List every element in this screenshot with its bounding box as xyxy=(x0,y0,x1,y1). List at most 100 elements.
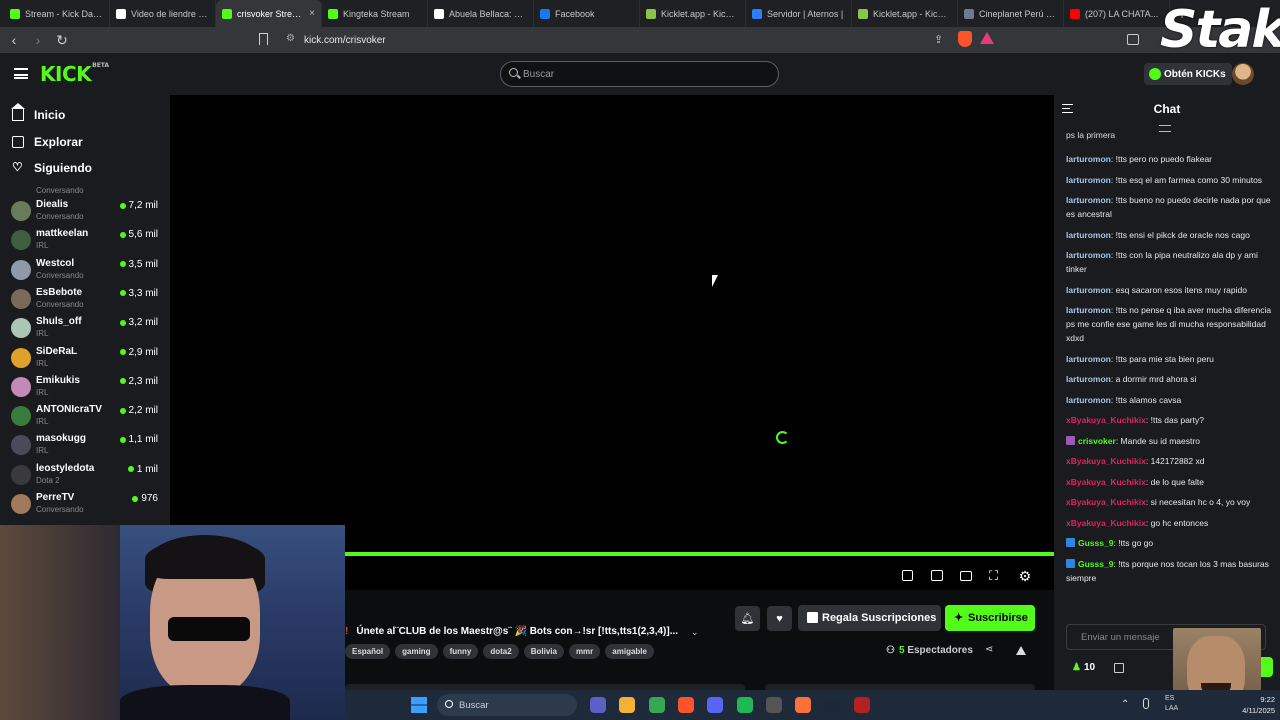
chat-username[interactable]: Gusss_9 xyxy=(1078,559,1113,569)
follow-heart-button[interactable]: ♥ xyxy=(767,606,792,631)
sidebar-channel[interactable]: mattkeelan IRL 5,6 mil xyxy=(0,225,170,254)
folder-icon[interactable] xyxy=(619,697,636,713)
spotify-icon[interactable] xyxy=(736,697,753,713)
taskbar-search[interactable]: Buscar xyxy=(437,694,577,716)
browser-tab[interactable]: Video de liendre m... xyxy=(110,0,216,27)
video-player[interactable] xyxy=(170,95,1054,590)
dota-icon[interactable] xyxy=(853,697,870,713)
stream-tag[interactable]: funny xyxy=(442,644,479,659)
sidebar-channel[interactable]: EsBebote Conversando 3,3 mil xyxy=(0,284,170,313)
theater-mode-icon[interactable] xyxy=(960,571,972,581)
sidebar-channel[interactable]: masokugg IRL 1,1 mil xyxy=(0,430,170,459)
stream-tag[interactable]: Bolivia xyxy=(523,644,564,659)
browser-tab[interactable]: Kingteka Stream xyxy=(322,0,428,27)
chat-username[interactable]: larturomon xyxy=(1066,305,1111,315)
steam-icon[interactable] xyxy=(824,697,841,713)
subscribe-button[interactable]: ✦ Suscribirse xyxy=(945,605,1035,631)
sidebar-channel[interactable]: SiDeRaL IRL 2,9 mil xyxy=(0,343,170,372)
forward-button[interactable]: › xyxy=(28,30,48,50)
chat-username[interactable]: larturomon xyxy=(1066,195,1111,205)
sidebar-channel[interactable]: Emikukis IRL 2,3 mil xyxy=(0,372,170,401)
browser-tab[interactable]: Servidor | Aternos | xyxy=(746,0,852,27)
settings-gear-icon[interactable]: ⚙ xyxy=(1018,569,1032,583)
browser-tab[interactable]: Kicklet.app - Kick Ch... xyxy=(640,0,746,27)
chat-store-icon[interactable] xyxy=(1114,663,1124,673)
browser-tab[interactable]: Stream - Kick Dashboard xyxy=(4,0,110,27)
stream-tag[interactable]: Español xyxy=(345,644,391,659)
chat-username[interactable]: larturomon xyxy=(1066,230,1111,240)
browser-tab[interactable]: Facebook xyxy=(534,0,640,27)
brave-rewards-icon[interactable] xyxy=(980,32,994,44)
clip-icon[interactable] xyxy=(931,570,943,581)
gift-subs-button[interactable]: Regala Suscripciones xyxy=(798,605,941,631)
chat-username[interactable]: xByakuya_Kuchikix xyxy=(1066,415,1146,425)
clock[interactable]: 9:22 4/11/2025 xyxy=(1233,694,1275,716)
chat-username[interactable]: xByakuya_Kuchikix xyxy=(1066,456,1146,466)
share-stream-icon[interactable]: ⋖ xyxy=(985,644,993,655)
search-input[interactable]: Buscar xyxy=(500,61,779,87)
obs-icon[interactable] xyxy=(765,697,782,713)
report-icon[interactable] xyxy=(1016,646,1026,655)
user-avatar[interactable] xyxy=(1232,63,1254,85)
teams-icon[interactable] xyxy=(590,697,606,713)
collapse-chat-icon[interactable] xyxy=(1062,104,1073,113)
chat-username[interactable]: Gusss_9 xyxy=(1078,538,1113,548)
stream-tag[interactable]: dota2 xyxy=(483,644,519,659)
show-hidden-icons-icon[interactable]: ⌃ xyxy=(1121,699,1129,710)
windows-start-icon[interactable] xyxy=(411,697,427,713)
stream-tag[interactable]: gaming xyxy=(395,644,438,659)
chat-username[interactable]: larturomon xyxy=(1066,154,1111,164)
nav-siguiendo[interactable]: ♡ Siguiendo xyxy=(0,156,170,180)
browser-sidebar-icon[interactable] xyxy=(1127,34,1139,45)
microphone-icon[interactable] xyxy=(1143,698,1149,709)
back-button[interactable]: ‹ xyxy=(4,30,24,50)
browser-tab[interactable]: crisvoker Stream × xyxy=(216,0,322,27)
menu-icon[interactable] xyxy=(14,68,28,79)
sidebar-channel[interactable]: ANTONIcraTV IRL 2,2 mil xyxy=(0,401,170,430)
chat-username[interactable]: larturomon xyxy=(1066,285,1111,295)
sidebar-channel[interactable]: Westcol Conversando 3,5 mil xyxy=(0,255,170,284)
chat-username[interactable]: xByakuya_Kuchikix xyxy=(1066,518,1146,528)
chat-username[interactable]: larturomon xyxy=(1066,250,1111,260)
chat-username[interactable]: xByakuya_Kuchikix xyxy=(1066,477,1146,487)
chat-username[interactable]: crisvoker xyxy=(1078,436,1116,446)
reload-button[interactable]: ↻ xyxy=(52,30,72,50)
share-page-icon[interactable]: ⇪ xyxy=(934,33,943,46)
fullscreen-icon[interactable]: ⛶ xyxy=(989,569,1003,583)
firefox-icon[interactable] xyxy=(795,697,812,713)
miniplayer-icon[interactable] xyxy=(902,570,913,581)
site-info-icon[interactable]: ⚙ xyxy=(286,33,295,44)
sidebar-channel[interactable]: leostyledota Dota 2 1 mil xyxy=(0,460,170,489)
chrome-icon[interactable] xyxy=(648,697,665,713)
input-language[interactable]: ES LAA xyxy=(1165,694,1178,714)
sidebar-channel[interactable]: Shuls_off IRL 3,2 mil xyxy=(0,313,170,342)
close-tab-icon[interactable]: × xyxy=(309,8,315,19)
chat-username[interactable]: larturomon xyxy=(1066,354,1111,364)
sidebar-channel[interactable]: PerreTV Conversando 976 xyxy=(0,489,170,518)
bookmark-icon[interactable] xyxy=(259,33,268,45)
expand-title-chevron-icon[interactable]: ⌄ xyxy=(691,627,699,638)
nav-explorar[interactable]: Explorar xyxy=(0,130,170,154)
notification-bell-button[interactable]: 🔔︎ xyxy=(735,606,760,631)
chat-username[interactable]: larturomon xyxy=(1066,374,1111,384)
kicks-balance[interactable]: 10 xyxy=(1072,662,1095,673)
sidebar-channel[interactable]: Diealis Conversando 7,2 mil xyxy=(0,196,170,225)
stream-tag[interactable]: amigable xyxy=(605,644,654,659)
discord-icon[interactable] xyxy=(707,697,724,713)
chat-username[interactable]: larturomon xyxy=(1066,175,1111,185)
stream-tag[interactable]: mmr xyxy=(568,644,601,659)
get-kicks-button[interactable]: Obtén KICKs xyxy=(1144,63,1232,85)
chat-username[interactable]: xByakuya_Kuchikix xyxy=(1066,497,1146,507)
stream-progress-bar[interactable] xyxy=(345,552,1054,556)
browser-tab[interactable]: (207) LA CHATA... xyxy=(1064,0,1170,27)
chat-username[interactable]: larturomon xyxy=(1066,395,1111,405)
nav-inicio[interactable]: Inicio xyxy=(0,103,170,127)
pinned-messages-icon[interactable] xyxy=(1159,125,1171,132)
browser-tab[interactable]: Abuela Bellaca: El H... xyxy=(428,0,534,27)
brave-shields-icon[interactable] xyxy=(958,31,972,47)
browser-tab[interactable]: Kicklet.app - Kick Ch... xyxy=(852,0,958,27)
browser-tab[interactable]: Cineplanet Perú | Lo... xyxy=(958,0,1064,27)
brave-icon[interactable] xyxy=(677,697,694,713)
kick-logo[interactable]: KICKBETA xyxy=(40,62,109,86)
url-field[interactable]: ⚙ kick.com/crisvoker xyxy=(280,30,1000,50)
